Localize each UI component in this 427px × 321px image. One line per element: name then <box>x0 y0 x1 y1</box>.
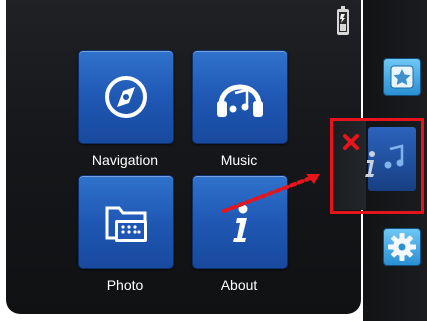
gear-icon <box>384 229 420 265</box>
photo-tile[interactable] <box>78 175 174 269</box>
navigation-tile[interactable] <box>78 50 174 144</box>
device-screen: Navigation Music Photo About <box>0 0 427 321</box>
highlight-frame <box>330 118 424 214</box>
settings-button[interactable] <box>383 228 421 266</box>
battery-charging-icon <box>336 6 350 36</box>
dotted-arrow <box>220 166 330 216</box>
tile-label-photo: Photo <box>106 277 144 293</box>
compass-icon <box>79 51 173 143</box>
photo-folder-icon <box>79 176 173 268</box>
favorites-button[interactable] <box>383 58 421 96</box>
tile-label-navigation: Navigation <box>91 152 159 168</box>
headphones-icon <box>193 51 287 143</box>
tile-label-about: About <box>220 277 258 293</box>
star-icon <box>384 59 420 95</box>
music-tile[interactable] <box>192 50 288 144</box>
